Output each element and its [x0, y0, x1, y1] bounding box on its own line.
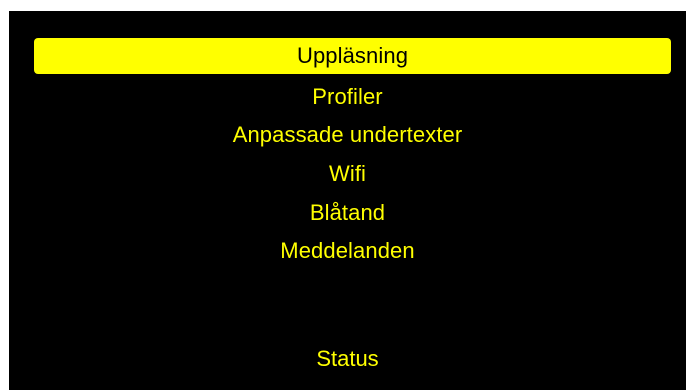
menu-item-blatand[interactable]: Blåtand [9, 195, 686, 231]
menu-item-label: Profiler [312, 84, 383, 109]
status-label: Status [316, 346, 379, 371]
menu-item-anpassade-undertexter[interactable]: Anpassade undertexter [9, 117, 686, 153]
menu-item-label: Blåtand [309, 200, 386, 225]
menu-item-upplasning[interactable]: Uppläsning [34, 38, 671, 74]
menu-item-wifi[interactable]: Wifi [9, 156, 686, 192]
menu-item-profiler[interactable]: Profiler [9, 79, 686, 115]
menu-item-label: Anpassade undertexter [232, 122, 463, 147]
settings-screen: Uppläsning Profiler Anpassade undertexte… [9, 11, 686, 390]
menu-item-label: Wifi [328, 161, 367, 186]
status-button[interactable]: Status [9, 341, 686, 377]
menu-item-label: Meddelanden [280, 238, 415, 263]
menu-item-label: Uppläsning [296, 43, 409, 68]
menu-item-meddelanden[interactable]: Meddelanden [9, 233, 686, 269]
